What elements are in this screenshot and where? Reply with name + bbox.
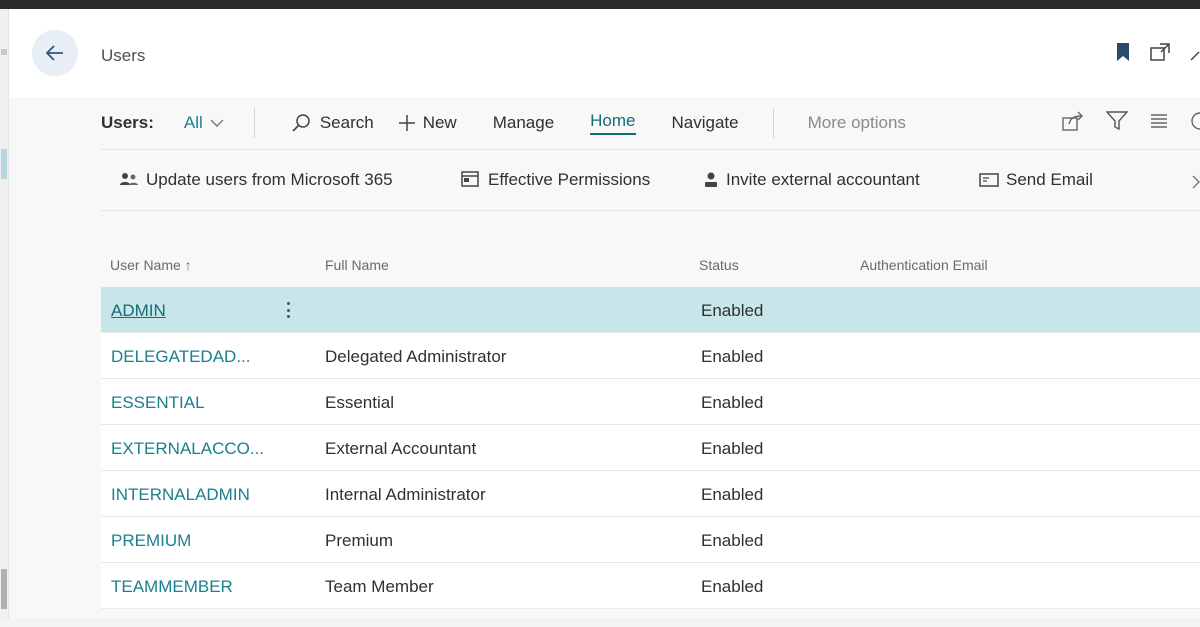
- table-row[interactable]: ESSENTIAL Essential Enabled: [101, 379, 1200, 425]
- full-name-cell: Internal Administrator: [325, 485, 486, 504]
- user-name-link[interactable]: INTERNALADMIN: [111, 485, 250, 505]
- search-icon: [292, 114, 310, 132]
- chevron-down-icon: [210, 119, 224, 127]
- bottom-edge-strip: [0, 618, 1200, 627]
- users-icon: [120, 173, 138, 185]
- table-row[interactable]: INTERNALADMIN Internal Administrator Ena…: [101, 471, 1200, 517]
- table-row[interactable]: ADMIN Enabled: [101, 287, 1200, 333]
- promoted-actions-bar: Update users from Microsoft 365 Effectiv…: [101, 149, 1200, 211]
- search-label: Search: [319, 113, 374, 132]
- window-top-bar: [0, 0, 1200, 9]
- search-button[interactable]: Search: [291, 113, 374, 133]
- full-name-cell: Premium: [325, 531, 394, 550]
- new-label: New: [422, 113, 457, 132]
- full-name-cell: Team Member: [325, 577, 434, 596]
- action-bar: Users: All Search New Manage Home Naviga…: [101, 97, 1200, 149]
- list-view-icon[interactable]: [1150, 113, 1168, 129]
- row-actions-menu[interactable]: [281, 299, 295, 321]
- header-actions: [1116, 42, 1200, 62]
- invite-accountant-button[interactable]: Invite external accountant: [703, 170, 920, 190]
- status-cell: Enabled: [701, 485, 764, 504]
- full-name-cell: Essential: [325, 393, 394, 412]
- status-cell: Enabled: [701, 393, 764, 412]
- back-button[interactable]: [32, 30, 78, 76]
- tab-manage[interactable]: Manage: [493, 113, 554, 133]
- full-name-cell: External Accountant: [325, 439, 477, 458]
- open-new-window-icon[interactable]: [1150, 43, 1170, 61]
- new-button[interactable]: New: [398, 113, 457, 133]
- edge-mark: [1, 149, 7, 179]
- left-edge-strip: [0, 9, 9, 627]
- user-name-link[interactable]: EXTERNALACCO...: [111, 439, 264, 459]
- user-name-link[interactable]: PREMIUM: [111, 531, 191, 551]
- send-email-label: Send Email: [1006, 170, 1093, 189]
- column-header-user-name[interactable]: User Name ↑: [110, 257, 192, 273]
- back-arrow-icon: [45, 45, 63, 61]
- edge-mark: [1, 569, 7, 609]
- user-name-link[interactable]: ADMIN: [111, 301, 166, 321]
- info-icon[interactable]: [1190, 111, 1200, 131]
- more-options-button[interactable]: More options: [808, 113, 906, 133]
- view-filter-value: All: [183, 113, 203, 132]
- send-email-button[interactable]: Send Email: [979, 170, 1093, 190]
- status-cell: Enabled: [701, 301, 764, 320]
- status-cell: Enabled: [701, 439, 764, 458]
- column-header-authentication-email[interactable]: Authentication Email: [860, 257, 988, 273]
- user-name-link[interactable]: DELEGATEDAD...: [111, 347, 251, 367]
- column-header-full-name[interactable]: Full Name: [325, 257, 389, 273]
- view-label: Users:: [101, 113, 154, 132]
- person-icon: [705, 172, 717, 187]
- table-row[interactable]: TEAMMEMBER Team Member Enabled: [101, 563, 1200, 609]
- plus-icon: [398, 115, 415, 131]
- user-name-link[interactable]: TEAMMEMBER: [111, 577, 233, 597]
- table-row[interactable]: PREMIUM Premium Enabled: [101, 517, 1200, 563]
- full-name-cell: Delegated Administrator: [325, 347, 507, 366]
- divider: [772, 108, 774, 138]
- update-users-button[interactable]: Update users from Microsoft 365: [119, 170, 393, 190]
- page-header: Users: [9, 9, 1200, 97]
- bookmark-icon[interactable]: [1116, 42, 1130, 62]
- column-header-status[interactable]: Status: [699, 257, 739, 273]
- tab-home[interactable]: Home: [590, 111, 636, 135]
- status-cell: Enabled: [701, 577, 764, 596]
- filter-icon[interactable]: [1106, 111, 1128, 131]
- effective-permissions-label: Effective Permissions: [488, 170, 651, 189]
- permissions-icon: [461, 171, 479, 187]
- share-icon[interactable]: [1062, 111, 1084, 131]
- email-icon: [979, 173, 999, 187]
- collapse-icon[interactable]: [1190, 43, 1200, 61]
- status-cell: Enabled: [701, 531, 764, 550]
- tab-navigate[interactable]: Navigate: [672, 113, 739, 133]
- user-name-link[interactable]: ESSENTIAL: [111, 393, 205, 413]
- table-row[interactable]: EXTERNALACCO... External Accountant Enab…: [101, 425, 1200, 471]
- table-row[interactable]: DELEGATEDAD... Delegated Administrator E…: [101, 333, 1200, 379]
- update-users-label: Update users from Microsoft 365: [146, 170, 393, 189]
- list-panel: Users: All Search New Manage Home Naviga…: [9, 97, 1200, 618]
- status-cell: Enabled: [701, 347, 764, 366]
- expand-icon[interactable]: [1192, 174, 1200, 190]
- effective-permissions-button[interactable]: Effective Permissions: [461, 170, 650, 190]
- page-title: Users: [101, 46, 146, 65]
- divider: [253, 108, 255, 138]
- invite-accountant-label: Invite external accountant: [726, 170, 920, 189]
- edge-mark: [1, 49, 7, 55]
- view-filter-dropdown[interactable]: All: [184, 113, 224, 133]
- list-tools: [1062, 111, 1200, 131]
